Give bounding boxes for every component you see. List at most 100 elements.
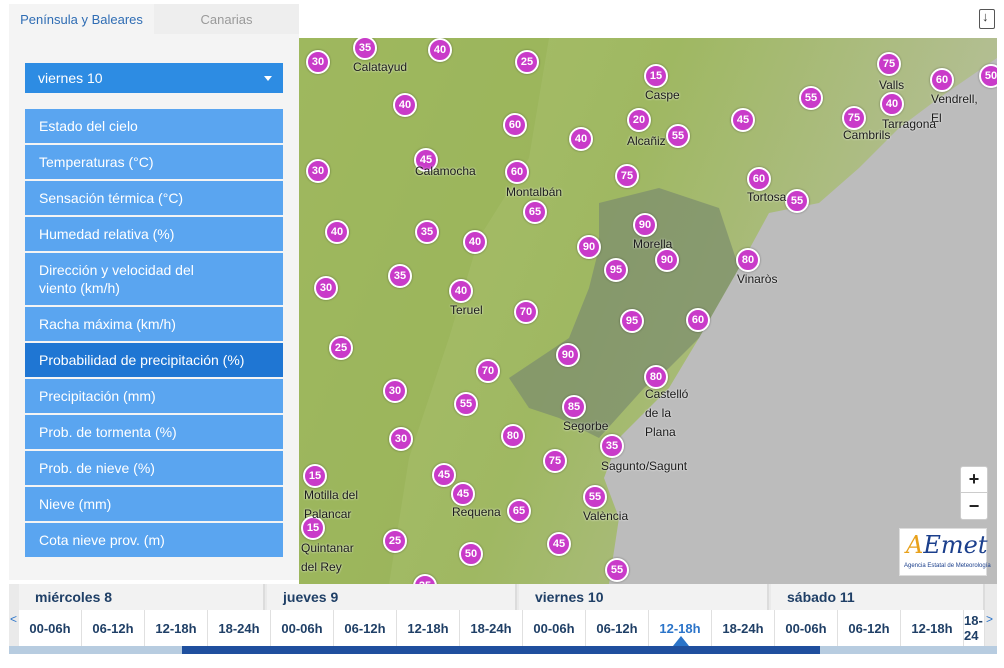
precip-probability-marker[interactable]: 80 — [736, 248, 760, 272]
precip-probability-marker[interactable]: 85 — [562, 395, 586, 419]
precip-probability-marker[interactable]: 65 — [523, 200, 547, 224]
precip-probability-marker[interactable]: 40 — [463, 230, 487, 254]
precip-probability-marker[interactable]: 55 — [799, 86, 823, 110]
precip-probability-marker[interactable]: 50 — [459, 542, 483, 566]
precip-probability-marker[interactable]: 55 — [583, 485, 607, 509]
menu-item-estado-cielo[interactable]: Estado del cielo — [25, 109, 283, 143]
time-slot[interactable]: 18-24h — [712, 610, 775, 646]
time-slot[interactable]: 12-18h — [145, 610, 208, 646]
precip-probability-marker[interactable]: 90 — [556, 343, 580, 367]
zoom-out-button[interactable]: − — [961, 493, 987, 519]
precip-probability-marker[interactable]: 60 — [505, 160, 529, 184]
menu-item-cota-nieve[interactable]: Cota nieve prov. (m) — [25, 523, 283, 557]
menu-item-sensacion-termica[interactable]: Sensación térmica (°C) — [25, 181, 283, 215]
precip-probability-marker[interactable]: 40 — [325, 220, 349, 244]
menu-item-precipitacion[interactable]: Precipitación (mm) — [25, 379, 283, 413]
city-label: Motilla del Palancar — [304, 488, 359, 521]
forecast-map[interactable]: 35 40 30 25 15 75 60 50 40 55 40 60 40 20 55 45 75 30 45 60… — [299, 38, 997, 584]
precip-probability-marker[interactable]: 35 — [415, 220, 439, 244]
precip-probability-marker[interactable]: 55 — [605, 558, 629, 582]
precip-probability-marker[interactable]: 30 — [306, 50, 330, 74]
menu-item-viento[interactable]: Dirección y velocidad del viento (km/h) — [25, 253, 283, 305]
time-slot[interactable]: 00-06h — [523, 610, 586, 646]
precip-probability-marker[interactable]: 40 — [449, 279, 473, 303]
precip-probability-marker[interactable]: 30 — [314, 276, 338, 300]
precip-probability-marker[interactable]: 30 — [383, 379, 407, 403]
precip-probability-marker[interactable]: 25 — [329, 336, 353, 360]
city-label: Sagunto/Sagunt — [601, 459, 688, 473]
precip-probability-marker[interactable]: 35 — [600, 434, 624, 458]
precip-probability-marker[interactable]: 90 — [577, 235, 601, 259]
time-slot[interactable]: 06-12h — [334, 610, 397, 646]
precip-probability-marker[interactable]: 40 — [393, 93, 417, 117]
menu-item-prob-tormenta[interactable]: Prob. de tormenta (%) — [25, 415, 283, 449]
precip-probability-marker[interactable]: 60 — [686, 308, 710, 332]
download-icon[interactable] — [979, 9, 995, 29]
menu-item-racha-maxima[interactable]: Racha máxima (km/h) — [25, 307, 283, 341]
time-slot[interactable]: 00-06h — [271, 610, 334, 646]
precip-probability-marker[interactable]: 40 — [428, 38, 452, 62]
menu-item-humedad[interactable]: Humedad relativa (%) — [25, 217, 283, 251]
time-slot[interactable]: 06-12h — [838, 610, 901, 646]
menu-item-prob-precipitacion[interactable]: Probabilidad de precipitación (%) — [25, 343, 283, 377]
precip-probability-marker[interactable]: 20 — [627, 108, 651, 132]
precip-probability-marker[interactable]: 60 — [930, 68, 954, 92]
precip-probability-marker[interactable]: 95 — [620, 309, 644, 333]
precip-probability-marker[interactable]: 55 — [666, 124, 690, 148]
precip-probability-marker[interactable]: 80 — [501, 424, 525, 448]
next-arrow-icon[interactable]: > — [986, 612, 993, 626]
precip-probability-marker[interactable]: 75 — [543, 449, 567, 473]
city-label: Teruel — [450, 303, 483, 317]
precip-probability-marker[interactable]: 45 — [731, 108, 755, 132]
precip-probability-marker[interactable]: 40 — [569, 127, 593, 151]
city-label: Vinaròs — [737, 272, 778, 286]
precip-probability-marker[interactable]: 45 — [432, 463, 456, 487]
precip-probability-marker[interactable]: 55 — [454, 392, 478, 416]
precip-probability-marker[interactable]: 40 — [880, 92, 904, 116]
precip-probability-marker[interactable]: 25 — [383, 529, 407, 553]
precip-probability-marker[interactable]: 25 — [515, 50, 539, 74]
precip-probability-marker[interactable]: 30 — [389, 427, 413, 451]
prev-arrow-icon[interactable]: < — [10, 612, 17, 626]
precip-probability-marker[interactable]: 60 — [503, 113, 527, 137]
menu-item-temperaturas[interactable]: Temperaturas (°C) — [25, 145, 283, 179]
precip-probability-marker[interactable]: 75 — [877, 52, 901, 76]
precip-probability-marker[interactable]: 15 — [644, 64, 668, 88]
day-header: sábado 11 — [771, 584, 985, 610]
time-slot[interactable]: 12-18h — [901, 610, 964, 646]
precip-probability-marker[interactable]: 45 — [547, 532, 571, 556]
timeline-scrollbar-thumb[interactable] — [182, 646, 820, 654]
precip-probability-marker[interactable]: 15 — [303, 464, 327, 488]
time-slot[interactable]: 06-12h — [82, 610, 145, 646]
precip-probability-marker[interactable]: 55 — [785, 189, 809, 213]
day-select[interactable]: viernes 10 — [25, 63, 283, 93]
time-slot[interactable]: 00-06h — [775, 610, 838, 646]
tab-canarias[interactable]: Canarias — [154, 4, 299, 34]
time-slot[interactable]: 18-24 — [964, 610, 985, 646]
time-slot[interactable]: 18-24h — [460, 610, 523, 646]
time-slot[interactable]: 12-18h — [397, 610, 460, 646]
city-label: Valls — [879, 78, 905, 92]
zoom-in-button[interactable]: + — [961, 467, 987, 493]
precip-probability-marker[interactable]: 50 — [979, 64, 997, 88]
precip-probability-marker[interactable]: 65 — [507, 499, 531, 523]
menu-item-nieve[interactable]: Nieve (mm) — [25, 487, 283, 521]
precip-probability-marker[interactable]: 70 — [514, 300, 538, 324]
menu-item-prob-nieve[interactable]: Prob. de nieve (%) — [25, 451, 283, 485]
precip-probability-marker[interactable]: 70 — [476, 359, 500, 383]
tab-peninsula-baleares[interactable]: Península y Baleares — [9, 4, 154, 34]
precip-probability-marker[interactable]: 30 — [306, 159, 330, 183]
city-label: Castelló de la Plana — [645, 387, 689, 439]
city-label: Quintanar del Rey — [301, 541, 354, 574]
time-slot[interactable]: 18-24h — [208, 610, 271, 646]
time-slot[interactable]: 06-12h — [586, 610, 649, 646]
precip-probability-marker[interactable]: 75 — [615, 164, 639, 188]
precip-probability-marker[interactable]: 35 — [388, 264, 412, 288]
precip-probability-marker[interactable]: 90 — [633, 213, 657, 237]
city-label: Calamocha — [415, 164, 476, 178]
day-select-value: viernes 10 — [38, 70, 103, 86]
time-slot[interactable]: 00-06h — [19, 610, 82, 646]
precip-probability-marker[interactable]: 95 — [604, 258, 628, 282]
variable-panel: viernes 10 Estado del cielo Temperaturas… — [9, 34, 299, 580]
time-slot[interactable]: 12-18h — [649, 610, 712, 646]
